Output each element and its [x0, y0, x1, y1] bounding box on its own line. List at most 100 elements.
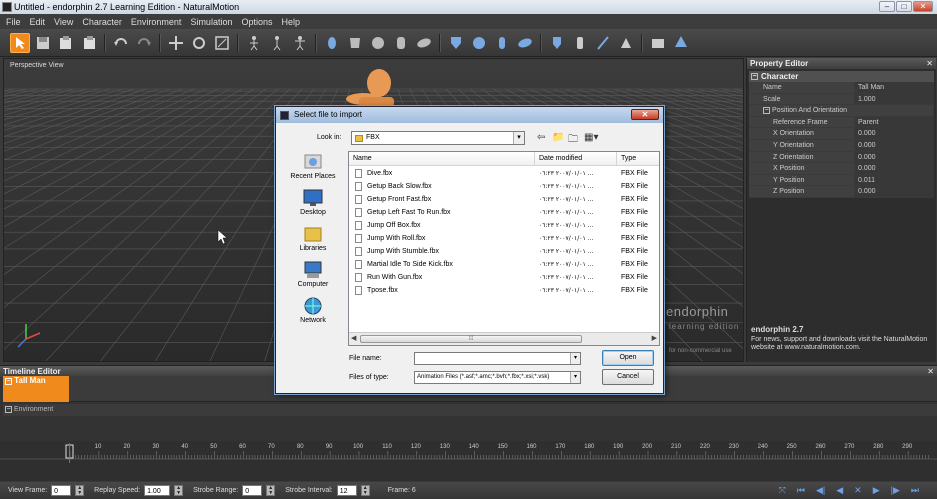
strobe-range-input[interactable]: 0	[242, 485, 263, 496]
property-row[interactable]: Y Orientation 0.000	[749, 139, 934, 152]
column-date-modified[interactable]: Date modified	[535, 152, 617, 165]
property-value[interactable]: 0.011	[855, 174, 934, 186]
panel-close-icon[interactable]: ✕	[926, 58, 933, 69]
add-capsule-icon[interactable]	[414, 33, 434, 53]
file-type-select[interactable]: Animation Files (*.asf;*.amc;*.bvh;*.fbx…	[414, 371, 581, 384]
export-icon[interactable]	[79, 33, 99, 53]
property-value[interactable]: Tall Man	[855, 82, 934, 93]
property-value[interactable]: 0.000	[855, 151, 934, 163]
hand-constraint-icon[interactable]	[570, 33, 590, 53]
add-globe-icon[interactable]	[469, 33, 489, 53]
property-row[interactable]: Z Position 0.000	[749, 186, 934, 198]
play-forward-icon[interactable]: ▶	[873, 485, 880, 496]
look-in-select[interactable]: FBX ▾	[351, 131, 525, 145]
view-frame-input[interactable]: 0	[51, 485, 72, 496]
add-character-icon[interactable]	[322, 33, 342, 53]
menu-file[interactable]: File	[6, 17, 21, 27]
column-name[interactable]: Name	[349, 152, 535, 165]
place-computer[interactable]: Computer	[281, 261, 345, 288]
constraint-icon[interactable]	[547, 33, 567, 53]
menu-character[interactable]: Character	[82, 17, 122, 27]
open-button[interactable]: Open	[602, 350, 654, 366]
file-row[interactable]: Tpose.fbx ٢٠٠٧/٠١/٠١ ٠٦:٢٣ ... FBX File	[349, 284, 659, 297]
menu-view[interactable]: View	[54, 17, 73, 27]
chevron-down-icon[interactable]: ▾	[513, 132, 524, 144]
property-row[interactable]: X Position 0.000	[749, 163, 934, 175]
add-shield-icon[interactable]	[446, 33, 466, 53]
property-row[interactable]: Y Position 0.011	[749, 174, 934, 187]
add-cylinder-icon[interactable]	[391, 33, 411, 53]
section-character[interactable]: − Character	[749, 71, 934, 82]
cancel-button[interactable]: Cancel	[602, 369, 654, 385]
rotate-icon[interactable]	[189, 33, 209, 53]
track-name-tall-man[interactable]: − Tall Man	[3, 376, 69, 402]
subsection-position-orientation[interactable]: − Position And Orientation	[749, 105, 934, 117]
property-row[interactable]: Z Orientation 0.000	[749, 151, 934, 164]
property-value[interactable]: 0.000	[855, 139, 934, 151]
file-row[interactable]: Getup Front Fast.fbx ٢٠٠٧/٠١/٠١ ٠٦:٢٣ ...…	[349, 193, 659, 206]
move-icon[interactable]	[166, 33, 186, 53]
new-folder-icon[interactable]: 🗀	[568, 132, 578, 149]
timeline-track-environment[interactable]: − Environment	[3, 404, 937, 416]
character-rotate-icon[interactable]	[267, 33, 287, 53]
replay-speed-spinner[interactable]: ▲ ▼	[174, 485, 184, 496]
go-to-end-icon[interactable]: ⏭	[911, 485, 919, 496]
collapse-icon[interactable]: −	[763, 107, 770, 115]
go-to-start-icon[interactable]: ⏮	[797, 485, 805, 496]
scale-icon[interactable]	[212, 33, 232, 53]
property-row[interactable]: X Orientation 0.000	[749, 128, 934, 140]
file-row[interactable]: Run With Gun.fbx ٢٠٠٧/٠١/٠١ ٠٦:٢٣ ... FBX …	[349, 271, 659, 284]
property-value[interactable]: 1.000	[855, 93, 934, 105]
back-icon[interactable]: ⇦	[537, 132, 545, 143]
menu-options[interactable]: Options	[241, 17, 272, 27]
undo-icon[interactable]	[111, 33, 131, 53]
scroll-left-icon[interactable]: ◀	[351, 334, 356, 342]
maximize-button[interactable]: □	[896, 1, 912, 12]
force-icon[interactable]	[593, 33, 613, 53]
property-row[interactable]: Reference Frame Parent	[749, 116, 934, 129]
menu-environment[interactable]: Environment	[131, 17, 182, 27]
close-button[interactable]: ✕	[913, 1, 933, 12]
view-frame-spinner[interactable]: ▲ ▼	[75, 485, 85, 496]
property-value[interactable]: 0.000	[855, 186, 934, 197]
file-row[interactable]: Martial Idle To Side Kick.fbx ٢٠٠٧/٠١/٠١ …	[349, 258, 659, 271]
character-pose-icon[interactable]	[290, 33, 310, 53]
collapse-icon[interactable]: −	[5, 378, 12, 385]
strobe-interval-input[interactable]: 12	[336, 485, 357, 496]
add-cylinder-blue-icon[interactable]	[492, 33, 512, 53]
camera-icon[interactable]	[648, 33, 668, 53]
file-row[interactable]: Jump With Roll.fbx ٢٠٠٧/٠١/٠١ ٠٦:٢٣ ... FB…	[349, 232, 659, 245]
file-row[interactable]: Jump With Stumble.fbx ٢٠٠٧/٠١/٠١ ٠٦:٢٣ ..…	[349, 245, 659, 258]
chevron-down-icon[interactable]: ▾	[570, 372, 580, 383]
select-tool-icon[interactable]	[10, 32, 30, 53]
loop-icon[interactable]: ⤧	[779, 485, 786, 496]
property-value[interactable]: 0.000	[855, 163, 934, 174]
collapse-icon[interactable]: −	[751, 73, 758, 80]
column-type[interactable]: Type	[617, 152, 659, 165]
property-row[interactable]: Scale 1.000	[749, 93, 934, 106]
stop-icon[interactable]: ✕	[854, 485, 862, 496]
menu-edit[interactable]: Edit	[30, 17, 46, 27]
menu-simulation[interactable]: Simulation	[190, 17, 232, 27]
replay-speed-input[interactable]: 1.00	[144, 485, 171, 496]
dialog-close-button[interactable]: ✕	[631, 109, 659, 120]
file-list[interactable]: Name Date modified Type Dive.fbx ٢٠٠٧/٠١/…	[348, 151, 660, 346]
strobe-interval-spinner[interactable]: ▲ ▼	[360, 485, 370, 496]
add-box-icon[interactable]	[345, 33, 365, 53]
scroll-right-icon[interactable]: ▶	[652, 334, 657, 342]
play-backward-icon[interactable]: ◀	[836, 485, 843, 496]
place-recent[interactable]: Recent Places	[281, 153, 345, 180]
add-sphere-icon[interactable]	[368, 33, 388, 53]
place-desktop[interactable]: Desktop	[281, 189, 345, 216]
step-back-icon[interactable]: ◀|	[816, 485, 825, 496]
scrollbar-thumb[interactable]: ⁞⁞⁞	[360, 335, 582, 343]
redo-icon[interactable]	[134, 33, 154, 53]
lighting-icon[interactable]	[671, 33, 691, 53]
file-row[interactable]: Dive.fbx ٢٠٠٧/٠١/٠١ ٠٦:٢٣ ... FBX File	[349, 167, 659, 180]
expand-icon[interactable]: −	[5, 406, 12, 413]
property-row[interactable]: Name Tall Man	[749, 82, 934, 94]
horizontal-scrollbar[interactable]: ◀ ⁞⁞⁞ ▶	[349, 332, 659, 345]
minimize-button[interactable]: –	[879, 1, 895, 12]
file-name-input[interactable]: ▾	[414, 352, 581, 365]
strobe-range-spinner[interactable]: ▲ ▼	[266, 485, 276, 496]
